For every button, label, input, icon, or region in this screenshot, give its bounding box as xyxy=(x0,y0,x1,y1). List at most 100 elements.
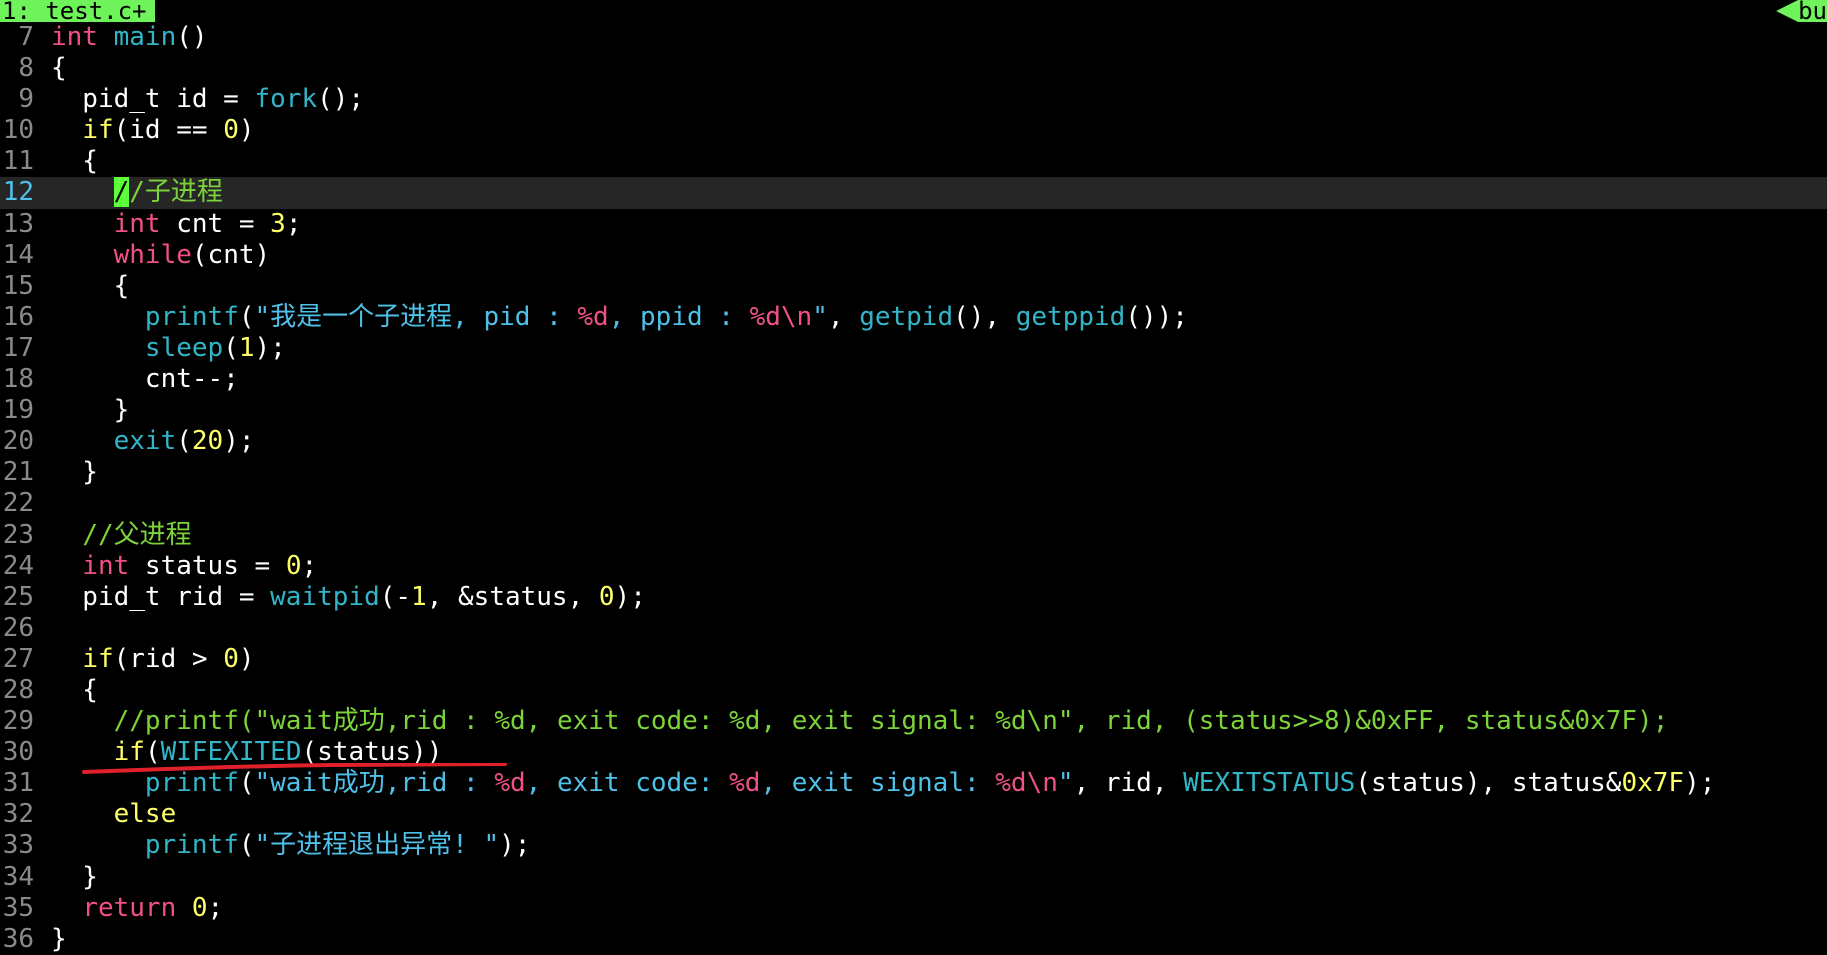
code-line[interactable]: 12 //子进程 xyxy=(0,177,1827,209)
code-line[interactable]: 26 xyxy=(0,613,1827,644)
code-line[interactable]: 13 int cnt = 3; xyxy=(0,209,1827,240)
code-token: %d xyxy=(577,301,609,332)
code-line[interactable]: 10 if(id == 0) xyxy=(0,115,1827,146)
line-number: 20 xyxy=(2,426,34,457)
line-number: 34 xyxy=(2,861,34,892)
line-number: 24 xyxy=(2,550,34,581)
tab-buffer-indicator[interactable]: bu xyxy=(1776,0,1827,22)
code-token: } xyxy=(51,923,67,954)
code-token: ) xyxy=(238,115,255,146)
code-token: ); xyxy=(254,332,286,363)
code-line[interactable]: 16 printf("我是一个子进程, pid : %d, ppid : %d\… xyxy=(0,302,1827,333)
code-token: ) xyxy=(238,643,255,674)
code-line[interactable]: 20 exit(20); xyxy=(0,426,1827,457)
code-token: (); xyxy=(317,84,365,115)
code-line[interactable]: 25 pid_t rid = waitpid(-1, &status, 0); xyxy=(0,582,1827,613)
code-token: return xyxy=(82,892,177,923)
code-line[interactable]: 11 { xyxy=(0,146,1827,177)
code-token: ()); xyxy=(1125,301,1188,332)
line-source: sleep(1); xyxy=(51,333,286,363)
line-source: int cnt = 3; xyxy=(51,208,302,239)
code-token: %d\n xyxy=(749,301,813,332)
line-source: exit(20); xyxy=(51,426,255,456)
code-token: (id == xyxy=(113,115,224,146)
code-line[interactable]: 21 } xyxy=(0,457,1827,488)
code-token: (cnt) xyxy=(191,239,271,270)
line-source: int status = 0; xyxy=(51,551,317,581)
code-token: " xyxy=(1057,768,1074,799)
code-token: " xyxy=(812,301,828,332)
code-token: (status), status& xyxy=(1355,768,1622,799)
line-number: 18 xyxy=(2,364,34,395)
line-number: 7 xyxy=(18,22,34,52)
line-number: 22 xyxy=(2,488,34,519)
code-token: WEXITSTATUS xyxy=(1183,768,1356,799)
code-token: getpid xyxy=(859,301,954,332)
code-line[interactable]: 8{ xyxy=(0,53,1827,84)
code-line[interactable]: 27 if(rid > 0) xyxy=(0,644,1827,675)
line-source: return 0; xyxy=(51,893,223,923)
code-line[interactable]: 24 int status = 0; xyxy=(0,551,1827,582)
code-token: } xyxy=(51,861,98,892)
line-number: 30 xyxy=(2,737,34,768)
code-token: int xyxy=(82,550,130,581)
code-line[interactable]: 18 cnt--; xyxy=(0,364,1827,395)
code-line[interactable]: 19 } xyxy=(0,395,1827,426)
code-token: (), xyxy=(953,301,1016,332)
code-line[interactable]: 32 else xyxy=(0,799,1827,830)
code-token: else xyxy=(113,799,177,830)
code-token: ( xyxy=(223,332,239,363)
code-editor[interactable]: 7 int main() 8{9 pid_t id = fork(); 10 if(i… xyxy=(0,22,1827,955)
line-number: 9 xyxy=(18,84,34,115)
code-token: ); xyxy=(499,830,531,861)
code-token: pid_t id = xyxy=(51,84,255,115)
code-token: %d xyxy=(729,768,761,799)
code-token: (- xyxy=(379,581,412,612)
code-line[interactable]: 28 { xyxy=(0,675,1827,706)
text-cursor: / xyxy=(113,177,130,208)
code-token: 0 xyxy=(223,643,239,674)
code-line[interactable]: 9 pid_t id = fork(); xyxy=(0,84,1827,115)
line-number: 33 xyxy=(2,830,34,861)
line-source: pid_t id = fork(); xyxy=(51,84,364,114)
code-line[interactable]: 14 while(cnt) xyxy=(0,240,1827,271)
code-line[interactable]: 22 xyxy=(0,488,1827,519)
line-number: 21 xyxy=(2,457,34,488)
code-token: "我是一个子进程, pid : xyxy=(254,301,578,332)
code-line[interactable]: 34 } xyxy=(0,862,1827,893)
code-line[interactable]: 36} xyxy=(0,924,1827,955)
code-line[interactable]: 35 return 0; xyxy=(0,893,1827,924)
code-token: ; xyxy=(285,208,302,239)
line-source: if(rid > 0) xyxy=(51,643,255,674)
code-token: 0x7F xyxy=(1621,768,1685,799)
code-line[interactable]: 33 printf("子进程退出异常! "); xyxy=(0,830,1827,861)
code-token: 0 xyxy=(598,581,615,612)
code-token: } xyxy=(51,395,130,426)
code-token: while xyxy=(113,239,192,270)
code-token: if xyxy=(82,115,114,146)
code-line[interactable]: 23 //父进程 xyxy=(0,520,1827,551)
code-line[interactable]: 7 int main() xyxy=(0,22,1827,53)
line-number: 10 xyxy=(2,115,34,146)
line-number: 12 xyxy=(2,177,34,208)
line-source: } xyxy=(51,395,130,426)
code-token: pid_t rid = xyxy=(51,581,271,612)
code-line[interactable]: 15 { xyxy=(0,271,1827,302)
code-line[interactable]: 17 sleep(1); xyxy=(0,333,1827,364)
tab-test-c[interactable]: 1: test.c+ xyxy=(0,0,155,22)
code-token: , rid, xyxy=(1073,768,1184,799)
line-source: { xyxy=(51,53,67,83)
line-source: printf("我是一个子进程, pid : %d, ppid : %d\n",… xyxy=(51,302,1188,332)
code-token: 0 xyxy=(223,115,239,146)
code-token: 3 xyxy=(270,208,286,239)
line-number: 19 xyxy=(2,395,34,426)
code-line[interactable]: 29 //printf("wait成功,rid : %d, exit code:… xyxy=(0,706,1827,737)
